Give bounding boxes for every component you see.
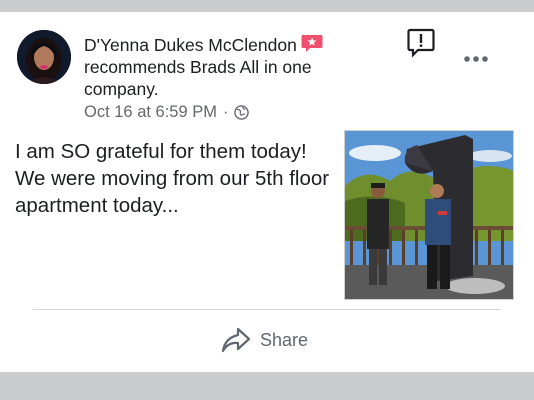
header-period: . — [153, 79, 159, 99]
share-button[interactable]: Share — [220, 326, 308, 354]
globe-icon — [234, 105, 250, 120]
top-separator-band — [0, 0, 534, 12]
post-body-text[interactable]: I am SO grateful for them today! We were… — [15, 138, 335, 219]
action-divider — [33, 309, 501, 310]
post-header: D'Yenna Dukes McClendon recommends Brads… — [84, 34, 344, 100]
author-avatar[interactable] — [17, 30, 71, 84]
bottom-separator-band — [0, 372, 534, 400]
recommend-icon — [301, 34, 323, 53]
author-name[interactable]: D'Yenna Dukes McClendon — [84, 35, 297, 55]
share-label: Share — [260, 329, 309, 350]
post-timestamp[interactable]: Oct 16 at 6:59 PM — [84, 103, 217, 122]
report-icon[interactable] — [407, 28, 435, 58]
moving-photo-image — [345, 131, 513, 299]
avatar-image — [17, 30, 71, 84]
share-icon — [221, 327, 251, 353]
post-meta: Oct 16 at 6:59 PM · — [84, 103, 250, 122]
more-icon[interactable] — [463, 50, 489, 62]
post-photo[interactable] — [344, 130, 514, 300]
action-text: recommends — [84, 57, 186, 77]
meta-separator: · — [222, 103, 229, 121]
